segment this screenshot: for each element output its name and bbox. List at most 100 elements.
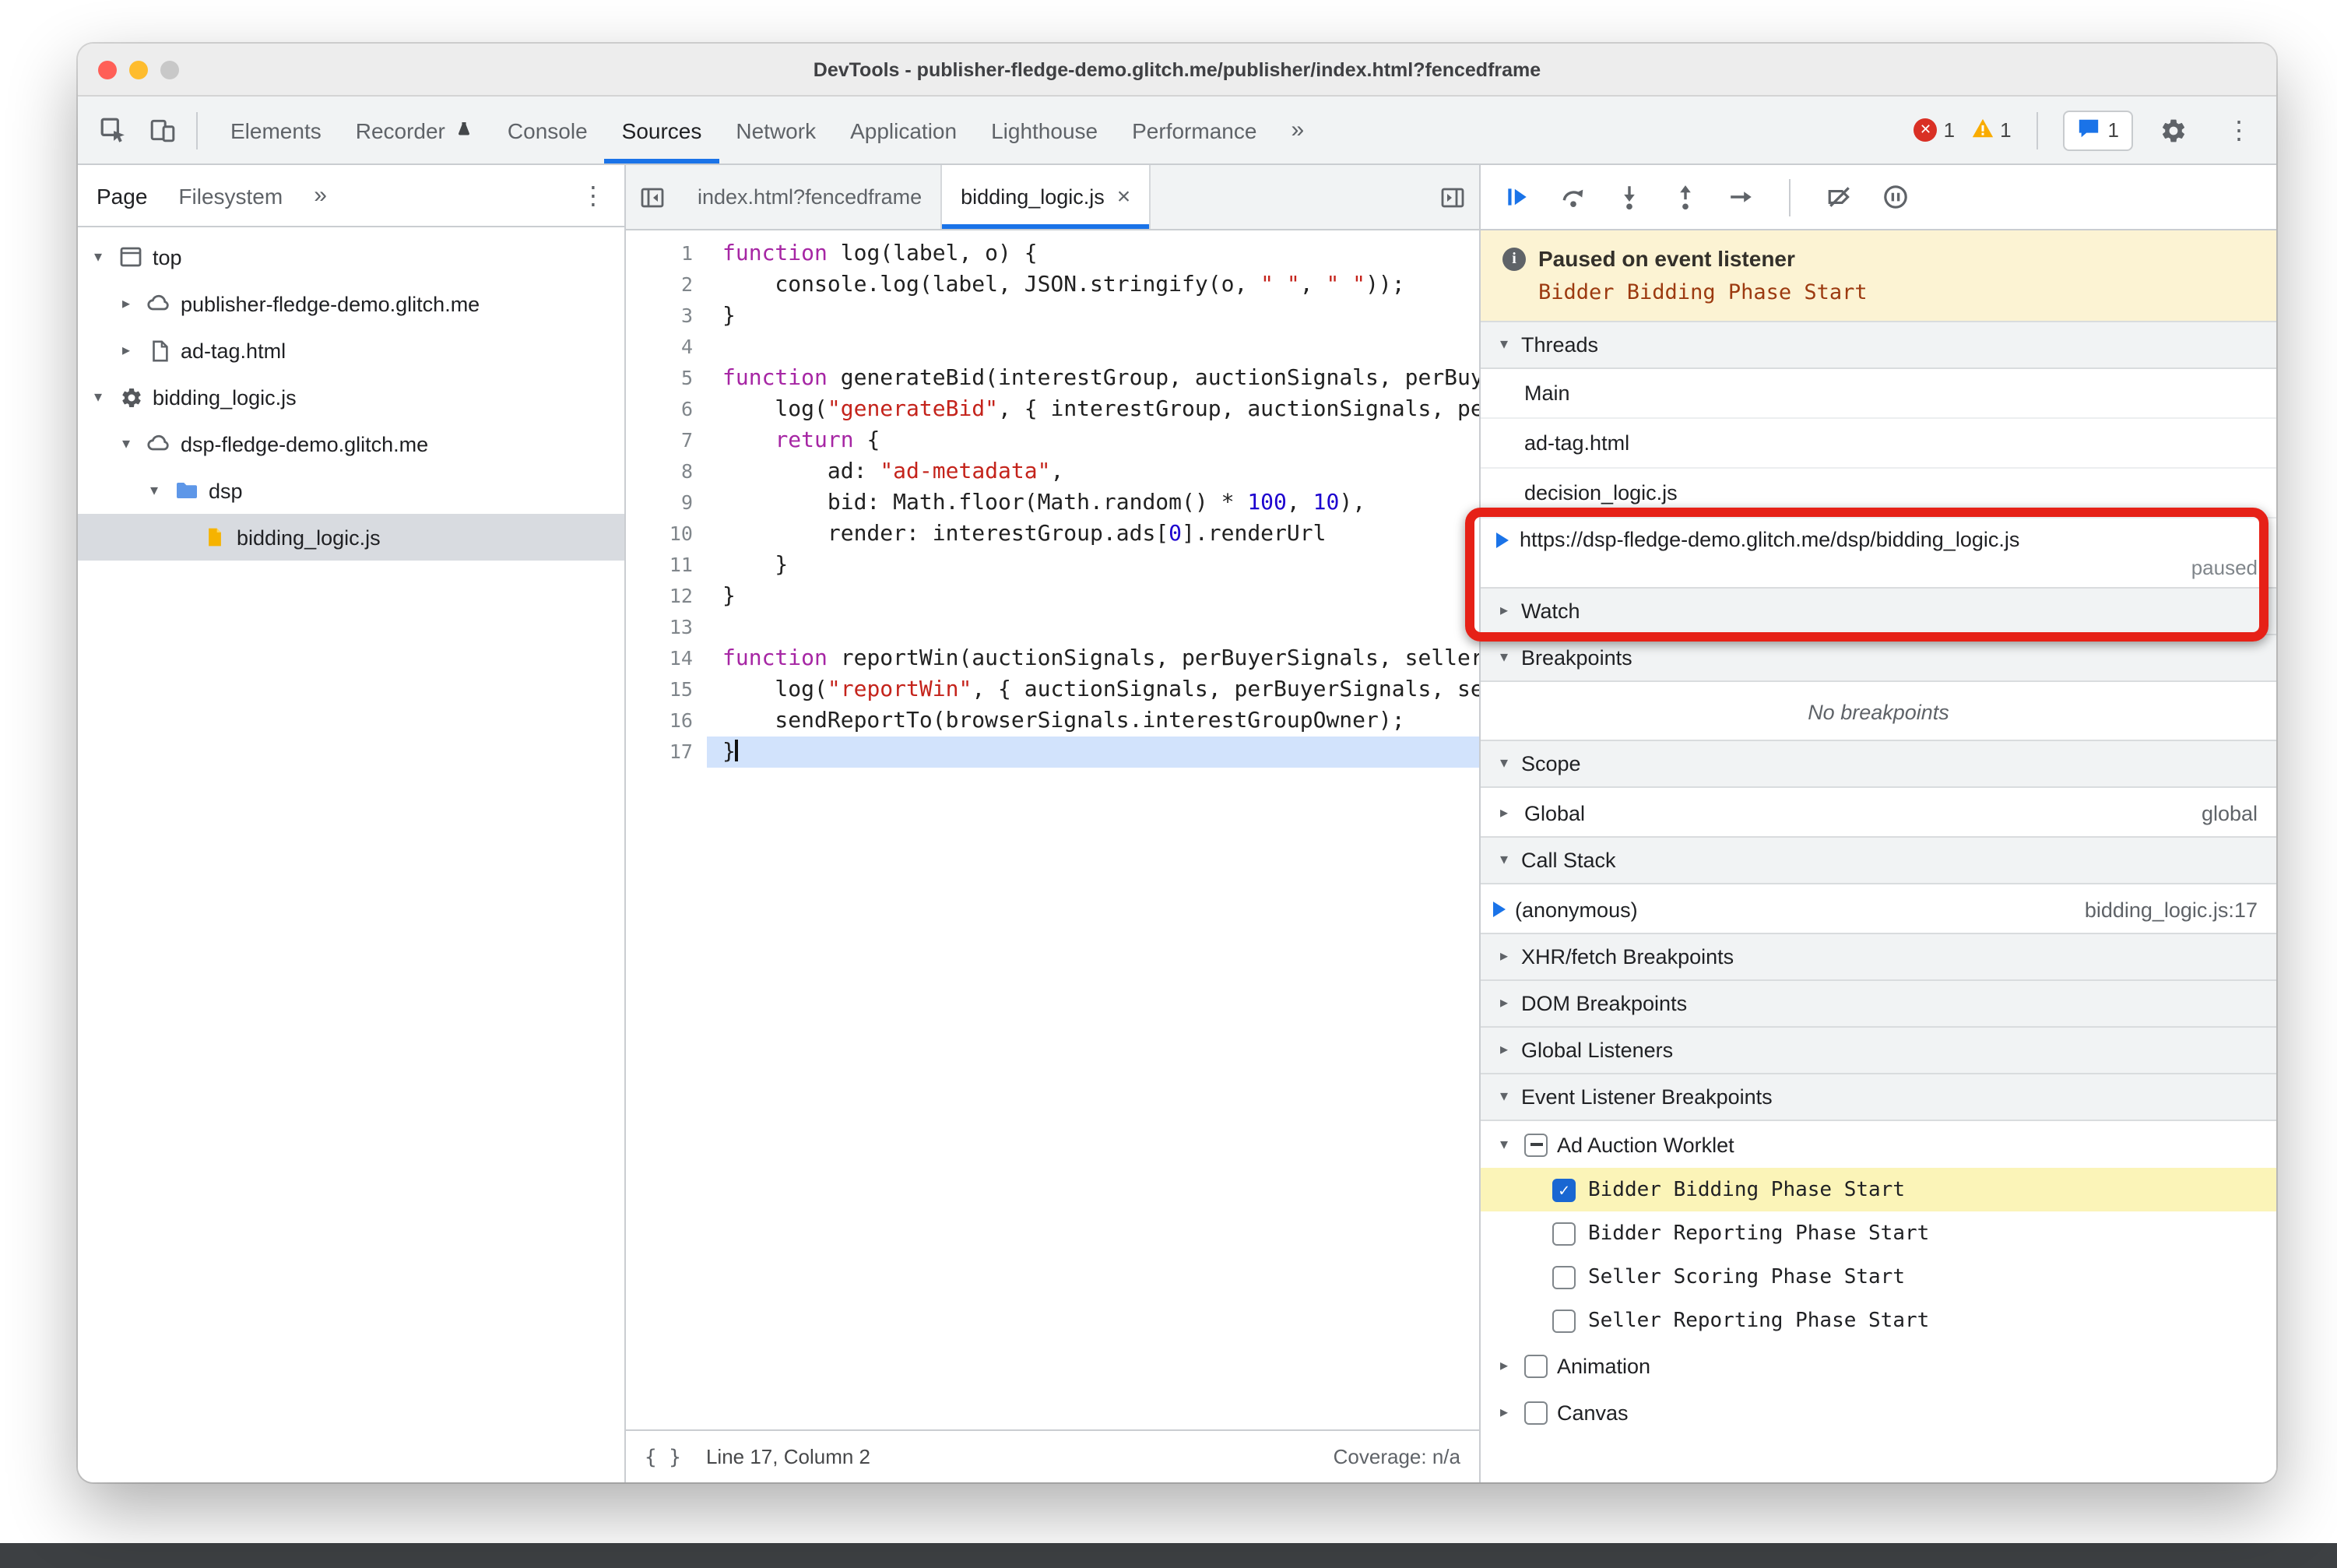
- tree-item-publisher-fledge-demo-glitch-me[interactable]: publisher-fledge-demo.glitch.me: [78, 280, 624, 327]
- code-line[interactable]: [707, 612, 1479, 643]
- code-line[interactable]: function log(label, o) {: [707, 238, 1479, 269]
- thread-item-main[interactable]: Main: [1481, 369, 2276, 419]
- thread-item-ad-tag-html[interactable]: ad-tag.html: [1481, 419, 2276, 469]
- tree-item-bidding-logic-js[interactable]: bidding_logic.js: [78, 374, 624, 420]
- listener-group-animation[interactable]: Animation: [1481, 1342, 2276, 1389]
- line-number[interactable]: 8: [626, 456, 693, 487]
- step-out-icon[interactable]: [1668, 180, 1702, 214]
- code-line[interactable]: log("reportWin", { auctionSignals, perBu…: [707, 674, 1479, 705]
- threads-section-header[interactable]: Threads: [1481, 321, 2276, 369]
- code-line[interactable]: bid: Math.floor(Math.random() * 100, 10)…: [707, 487, 1479, 519]
- xhr-breakpoints-section-header[interactable]: XHR/fetch Breakpoints: [1481, 933, 2276, 981]
- tree-item-top[interactable]: top: [78, 234, 624, 280]
- step-icon[interactable]: [1724, 180, 1758, 214]
- thread-item-https-dsp-fledge-demo-glitch-me-dsp-bidding-logic-js[interactable]: https://dsp-fledge-demo.glitch.me/dsp/bi…: [1481, 519, 2276, 589]
- tab-elements[interactable]: Elements: [213, 97, 339, 163]
- code-content[interactable]: function log(label, o) { console.log(lab…: [707, 230, 1479, 1429]
- code-line[interactable]: function reportWin(auctionSignals, perBu…: [707, 643, 1479, 674]
- settings-gear-icon[interactable]: [2149, 105, 2198, 155]
- line-number[interactable]: 11: [626, 550, 693, 581]
- scope-section-header[interactable]: Scope: [1481, 740, 2276, 788]
- device-toolbar-icon[interactable]: [137, 105, 187, 155]
- tree-item-dsp-fledge-demo-glitch-me[interactable]: dsp-fledge-demo.glitch.me: [78, 420, 624, 467]
- dom-breakpoints-section-header[interactable]: DOM Breakpoints: [1481, 979, 2276, 1028]
- code-line[interactable]: sendReportTo(browserSignals.interestGrou…: [707, 705, 1479, 737]
- listener-seller-reporting-phase-start[interactable]: Seller Reporting Phase Start: [1481, 1299, 2276, 1342]
- resume-icon[interactable]: [1499, 180, 1534, 214]
- code-line[interactable]: log("generateBid", { interestGroup, auct…: [707, 394, 1479, 425]
- listener-seller-scoring-phase-start[interactable]: Seller Scoring Phase Start: [1481, 1255, 2276, 1299]
- checkbox-checked-icon[interactable]: [1552, 1178, 1576, 1201]
- code-line[interactable]: }: [707, 737, 1479, 768]
- line-number[interactable]: 4: [626, 332, 693, 363]
- line-number[interactable]: 17: [626, 737, 693, 768]
- line-number[interactable]: 13: [626, 612, 693, 643]
- line-number[interactable]: 15: [626, 674, 693, 705]
- pretty-print-icon[interactable]: [645, 1444, 681, 1469]
- disclosure-open-icon[interactable]: [115, 435, 137, 452]
- hide-navigator-icon[interactable]: [626, 165, 679, 229]
- checkbox-unchecked-icon[interactable]: [1552, 1309, 1576, 1332]
- step-over-icon[interactable]: [1555, 180, 1590, 214]
- code-line[interactable]: render: interestGroup.ads[0].renderUrl: [707, 519, 1479, 550]
- thread-item-decision-logic-js[interactable]: decision_logic.js: [1481, 469, 2276, 519]
- tree-item-bidding-logic-js[interactable]: bidding_logic.js: [78, 514, 624, 561]
- issues-badge[interactable]: 1: [2062, 110, 2133, 150]
- call-stack-frame[interactable]: (anonymous) bidding_logic.js:17: [1481, 884, 2276, 934]
- chevron-down-icon[interactable]: [1493, 1136, 1515, 1153]
- deactivate-breakpoints-icon[interactable]: [1822, 180, 1856, 214]
- code-line[interactable]: }: [707, 301, 1479, 332]
- checkbox-unchecked-icon[interactable]: [1524, 1401, 1548, 1424]
- code-line[interactable]: }: [707, 581, 1479, 612]
- scope-global-row[interactable]: Global global: [1481, 788, 2276, 838]
- tree-item-dsp[interactable]: dsp: [78, 467, 624, 514]
- minimize-window-button[interactable]: [129, 61, 148, 79]
- checkbox-indeterminate-icon[interactable]: [1524, 1133, 1548, 1156]
- close-window-button[interactable]: [98, 61, 117, 79]
- line-number[interactable]: 14: [626, 643, 693, 674]
- disclosure-open-icon[interactable]: [87, 248, 109, 265]
- checkbox-unchecked-icon[interactable]: [1552, 1222, 1576, 1245]
- checkbox-unchecked-icon[interactable]: [1552, 1265, 1576, 1289]
- tab-recorder[interactable]: Recorder: [339, 97, 490, 163]
- watch-section-header[interactable]: Watch: [1481, 587, 2276, 635]
- chevron-right-icon[interactable]: [1493, 804, 1515, 821]
- sidebar-kebab-icon[interactable]: [581, 180, 606, 211]
- error-badge[interactable]: 1: [1914, 118, 1955, 142]
- pause-on-exceptions-icon[interactable]: [1878, 180, 1912, 214]
- sidebar-tab-filesystem[interactable]: Filesystem: [178, 183, 283, 208]
- line-number[interactable]: 3: [626, 301, 693, 332]
- line-number[interactable]: 16: [626, 705, 693, 737]
- line-numbers-gutter[interactable]: 1 2 3 4 5 6 7 8 9 10 11 12 13 14 15 16 17: [626, 230, 707, 1429]
- tab-sources[interactable]: Sources: [605, 97, 719, 163]
- line-number[interactable]: 12: [626, 581, 693, 612]
- inspect-icon[interactable]: [87, 105, 137, 155]
- code-line[interactable]: }: [707, 550, 1479, 581]
- line-number[interactable]: 10: [626, 519, 693, 550]
- line-number[interactable]: 5: [626, 363, 693, 394]
- zoom-window-button[interactable]: [160, 61, 179, 79]
- code-line[interactable]: return {: [707, 425, 1479, 456]
- close-tab-icon[interactable]: [1117, 184, 1131, 210]
- code-editor[interactable]: 1 2 3 4 5 6 7 8 9 10 11 12 13 14 15 16 17 function log(l…: [626, 230, 1479, 1429]
- code-line[interactable]: ad: "ad-metadata",: [707, 456, 1479, 487]
- editor-tab-bidding-logic[interactable]: bidding_logic.js: [942, 165, 1151, 229]
- event-listener-breakpoints-section-header[interactable]: Event Listener Breakpoints: [1481, 1073, 2276, 1121]
- tab-console[interactable]: Console: [490, 97, 605, 163]
- sidebar-tab-page[interactable]: Page: [97, 183, 147, 208]
- global-listeners-section-header[interactable]: Global Listeners: [1481, 1026, 2276, 1074]
- listener-bidder-bidding-phase-start[interactable]: Bidder Bidding Phase Start: [1481, 1168, 2276, 1211]
- listener-group-ad-auction-worklet[interactable]: Ad Auction Worklet: [1481, 1121, 2276, 1168]
- line-number[interactable]: 7: [626, 425, 693, 456]
- chevron-right-icon[interactable]: [1493, 1357, 1515, 1374]
- line-number[interactable]: 6: [626, 394, 693, 425]
- tree-item-ad-tag-html[interactable]: ad-tag.html: [78, 327, 624, 374]
- listener-bidder-reporting-phase-start[interactable]: Bidder Reporting Phase Start: [1481, 1211, 2276, 1255]
- disclosure-open-icon[interactable]: [143, 482, 165, 499]
- code-line[interactable]: [707, 332, 1479, 363]
- step-into-icon[interactable]: [1611, 180, 1646, 214]
- call-stack-section-header[interactable]: Call Stack: [1481, 836, 2276, 884]
- show-next-panel-icon[interactable]: [1426, 165, 1479, 229]
- editor-tab-index-html[interactable]: index.html?fencedframe: [679, 165, 943, 229]
- more-panels-icon[interactable]: [1274, 97, 1321, 163]
